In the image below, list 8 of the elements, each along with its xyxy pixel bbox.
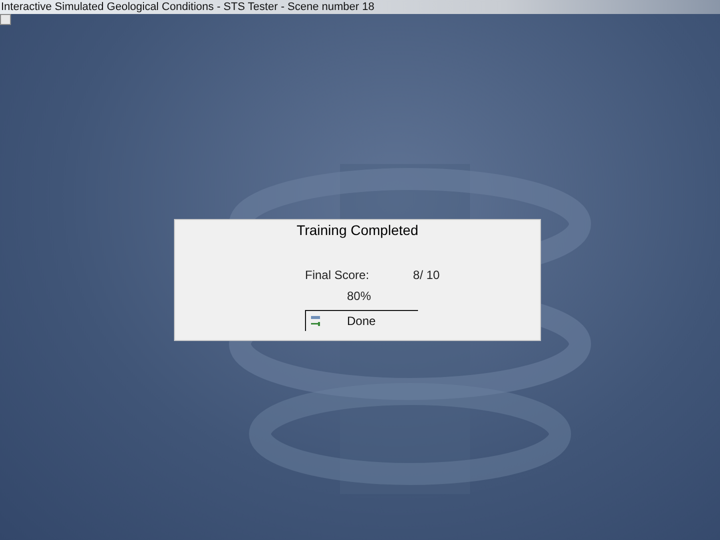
done-button[interactable]: Done xyxy=(305,310,418,331)
exit-icon xyxy=(310,315,322,327)
score-percent: 80% xyxy=(347,289,372,303)
score-label: Final Score: xyxy=(305,268,370,282)
score-value: 8/ 10 xyxy=(413,268,440,282)
dialog-title: Training Completed xyxy=(296,222,420,238)
window-title: Interactive Simulated Geological Conditions - STS Tester - Scene number 18 xyxy=(0,1,374,13)
small-window-icon[interactable] xyxy=(0,14,11,25)
